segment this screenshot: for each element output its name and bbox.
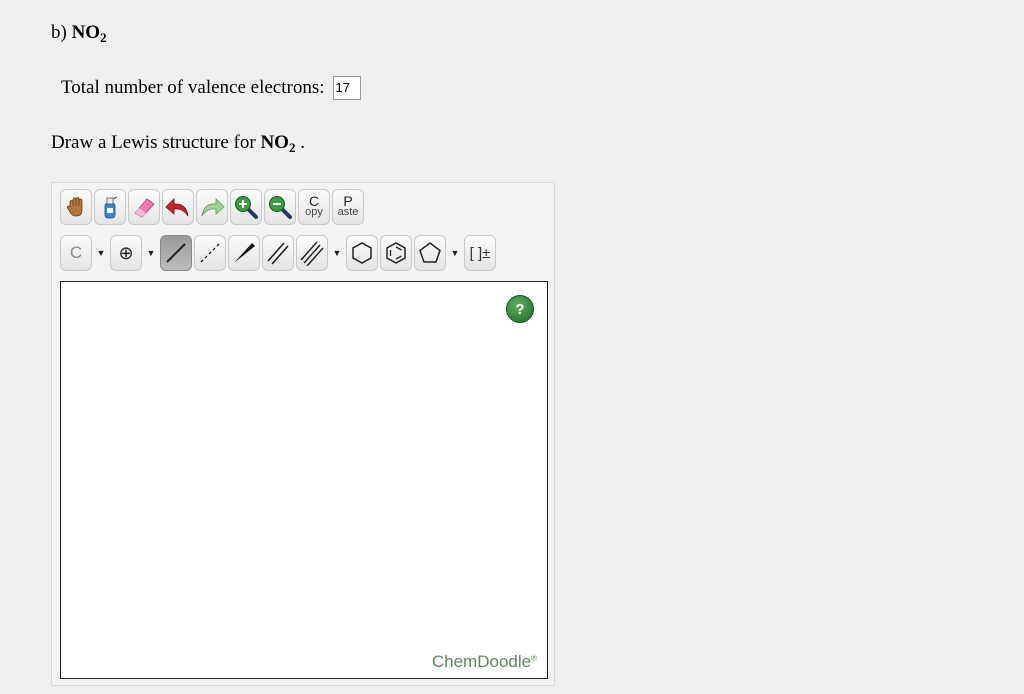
- zoom-in-button[interactable]: [230, 189, 262, 225]
- zoom-out-button[interactable]: [264, 189, 296, 225]
- chemdoodle-logo: ChemDoodle®: [432, 652, 537, 672]
- copy-label-small: opy: [305, 206, 323, 218]
- hashed-bond-icon: [200, 243, 220, 263]
- chemdoodle-editor: C opy P aste C ▼ ⊕ ▼ ▼ ▼ []± ? ChemDood…: [51, 182, 555, 686]
- draw-prompt: Draw a Lewis structure for NO2 .: [51, 132, 305, 154]
- benzene-button[interactable]: [380, 235, 412, 271]
- undo-icon: [165, 198, 189, 217]
- atom-label: C: [69, 243, 83, 262]
- copy-button[interactable]: C opy: [298, 189, 330, 225]
- zoom-out-icon: [269, 196, 292, 219]
- zoom-in-icon: [235, 196, 258, 219]
- valence-label: Total number of valence electrons:: [61, 77, 325, 98]
- brand-mark: ®: [531, 653, 537, 663]
- double-bond-icon: [267, 242, 289, 265]
- hashed-bond-button[interactable]: [194, 235, 226, 271]
- wedge-bond-button[interactable]: [228, 235, 260, 271]
- prompt-formula-subscript: 2: [288, 140, 296, 155]
- cyclohexane-button[interactable]: [346, 235, 378, 271]
- toolbar-row-2: C ▼ ⊕ ▼ ▼ ▼ []±: [60, 235, 498, 271]
- charge-label: ⊕: [118, 242, 134, 263]
- atom-label-button[interactable]: C: [60, 235, 92, 271]
- triple-bond-button[interactable]: [296, 235, 328, 271]
- undo-button[interactable]: [162, 189, 194, 225]
- heading-prefix: b): [51, 22, 67, 43]
- valence-input[interactable]: 17: [332, 76, 361, 100]
- brand-text: ChemDoodle: [431, 652, 532, 671]
- single-bond-icon: [166, 243, 186, 263]
- atom-dropdown[interactable]: ▼: [94, 235, 108, 271]
- toolbar-row-1: C opy P aste: [60, 189, 366, 225]
- valence-row: Total number of valence electrons: 17: [61, 76, 361, 100]
- ring-dropdown[interactable]: ▼: [448, 235, 462, 271]
- pan-button[interactable]: [60, 189, 92, 225]
- paste-button[interactable]: P aste: [332, 189, 364, 225]
- pentagon-icon: [419, 242, 441, 263]
- clear-button[interactable]: [94, 189, 126, 225]
- paste-label-small: aste: [337, 206, 359, 218]
- help-label: ?: [515, 300, 525, 318]
- help-button[interactable]: ?: [506, 295, 534, 323]
- redo-icon: [201, 198, 225, 217]
- clear-icon: [104, 196, 118, 219]
- question-heading: b) NO2: [51, 22, 107, 44]
- prompt-suffix: .: [300, 132, 305, 153]
- prompt-formula: NO: [260, 132, 289, 153]
- bracket-label: [ ]±: [469, 244, 491, 262]
- eraser-icon: [134, 198, 155, 218]
- triple-bond-icon: [300, 241, 324, 266]
- hexagon-icon: [352, 242, 372, 264]
- bond-dropdown[interactable]: ▼: [330, 235, 344, 271]
- bracket-charge-button[interactable]: [ ]±: [464, 235, 496, 271]
- hand-icon: [66, 197, 83, 217]
- single-bond-button[interactable]: [160, 235, 192, 271]
- benzene-icon: [386, 242, 406, 264]
- cyclopentane-button[interactable]: [414, 235, 446, 271]
- heading-formula: NO: [71, 22, 101, 43]
- charge-dropdown[interactable]: ▼: [144, 235, 158, 271]
- charge-button[interactable]: ⊕: [110, 235, 142, 271]
- wedge-bond-icon: [234, 243, 255, 263]
- drawing-canvas[interactable]: ? ChemDoodle®: [60, 281, 548, 679]
- heading-formula-subscript: 2: [100, 30, 107, 45]
- redo-button[interactable]: [196, 189, 228, 225]
- double-bond-button[interactable]: [262, 235, 294, 271]
- erase-button[interactable]: [128, 189, 160, 225]
- prompt-text: Draw a Lewis structure for: [51, 132, 256, 153]
